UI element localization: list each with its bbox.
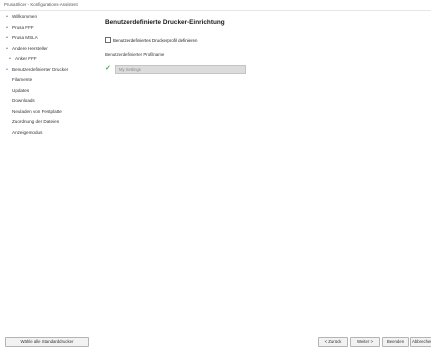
- bullet-icon: •: [6, 24, 8, 31]
- back-button[interactable]: < Zurück: [318, 337, 348, 347]
- current-page-icon: •: [6, 66, 8, 73]
- sidebar-item-label: Filamente: [12, 77, 33, 82]
- sidebar-item-other-vendors[interactable]: • Andere Hersteller: [4, 44, 96, 55]
- wizard-page-list: • Willkommen • Prusa FFF • Prusa MSLA • …: [4, 12, 96, 138]
- profile-name-field[interactable]: [115, 65, 246, 74]
- sidebar-item-label: Updates: [12, 87, 30, 93]
- bullet-icon: •: [6, 14, 8, 20]
- sidebar-item-label: Prusa FFF: [12, 24, 34, 30]
- define-custom-profile-checkbox[interactable]: Benutzerdefiniertes Druckerprofil defini…: [105, 37, 197, 43]
- sidebar-item-label: Neuladen von Festplatte: [12, 108, 62, 114]
- select-all-standard-printers-button[interactable]: Wähle alle Standarddrucker: [5, 337, 89, 347]
- window-title: PrusaSlicer - Konfigurations-Assistent: [4, 2, 78, 7]
- page-title: Benutzerdefinierte Drucker-Einrichtung: [105, 19, 225, 26]
- window-title-bar: PrusaSlicer - Konfigurations-Assistent: [0, 0, 431, 11]
- sidebar-item-label: Benutzerdefinierter Drucker: [12, 66, 69, 72]
- sidebar-item-label: Anker FFF: [15, 56, 37, 61]
- sidebar-item-reload-from-disk[interactable]: Neuladen von Festplatte: [4, 107, 96, 118]
- sidebar-item-prusa-msla[interactable]: • Prusa MSLA: [4, 33, 96, 44]
- bullet-icon: •: [6, 45, 8, 52]
- sidebar-item-label: Andere Hersteller: [12, 45, 48, 51]
- sidebar-item-label: Prusa MSLA: [12, 35, 38, 40]
- checkbox-box[interactable]: [105, 37, 111, 43]
- sidebar-item-custom-printer[interactable]: • Benutzerdefinierter Drucker: [4, 65, 96, 76]
- sidebar-item-file-association[interactable]: Zuordnung der Dateien: [4, 117, 96, 128]
- sidebar-item-prusa-fff[interactable]: • Prusa FFF: [4, 23, 96, 34]
- sidebar-item-label: Zuordnung der Dateien: [12, 119, 60, 124]
- sidebar-item-willkommen[interactable]: • Willkommen: [4, 12, 96, 23]
- sidebar-item-label: Downloads: [12, 98, 35, 103]
- finish-button[interactable]: Beenden: [382, 337, 409, 347]
- sidebar-item-downloads[interactable]: Downloads: [4, 96, 96, 107]
- checkbox-label: Benutzerdefiniertes Druckerprofil defini…: [113, 37, 198, 43]
- bullet-icon: •: [9, 56, 11, 62]
- cancel-button[interactable]: Abbrechen: [410, 337, 431, 347]
- sidebar-item-label: Anzeigemodus: [12, 129, 43, 135]
- sidebar-item-vendor-fff[interactable]: • Anker FFF: [4, 54, 96, 65]
- valid-check-icon: ✓: [105, 65, 111, 72]
- sidebar-item-filaments[interactable]: Filamente: [4, 75, 96, 86]
- profile-name-label: Benutzerdefinierter Profilname: [105, 52, 165, 57]
- sidebar-item-view-mode[interactable]: Anzeigemodus: [4, 128, 96, 139]
- sidebar-item-updates[interactable]: Updates: [4, 86, 96, 97]
- bullet-icon: •: [6, 35, 8, 41]
- next-button[interactable]: Weiter >: [350, 337, 380, 347]
- sidebar-item-label: Willkommen: [12, 14, 38, 19]
